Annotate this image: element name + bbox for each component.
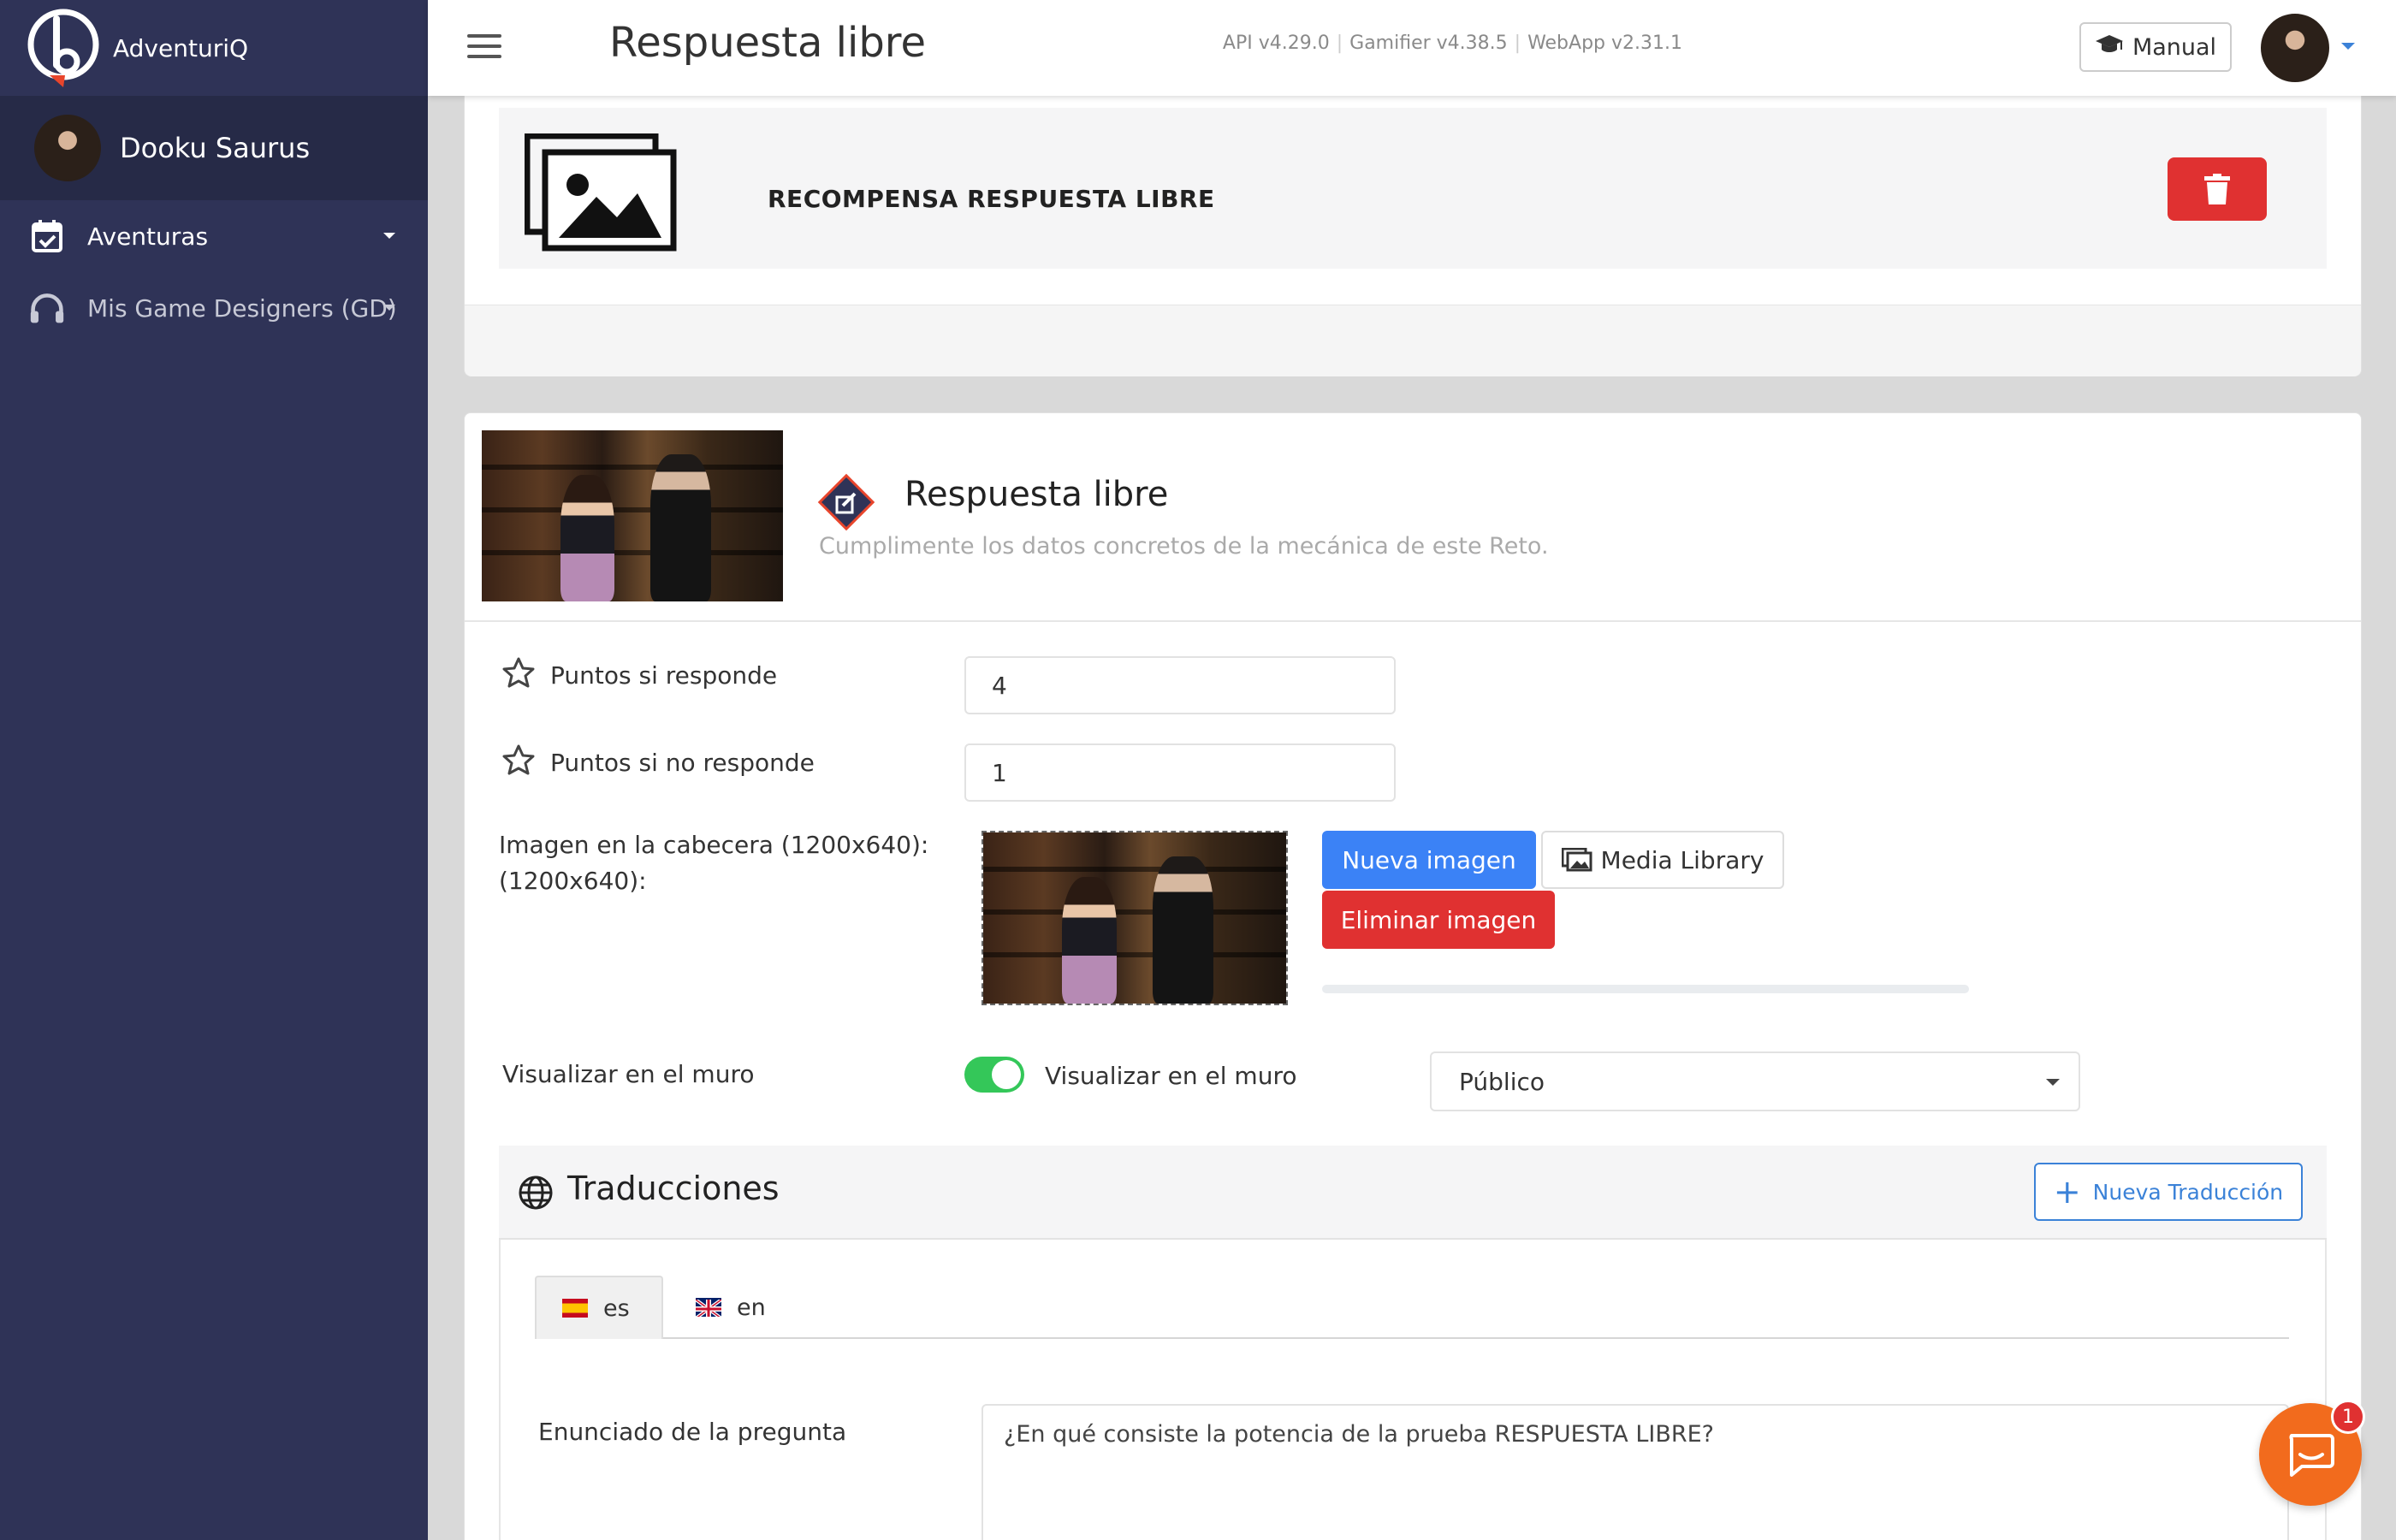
spain-flag-icon	[562, 1299, 588, 1318]
sidebar-item-game-designers[interactable]: Mis Game Designers (GD)	[0, 272, 428, 344]
manual-label: Manual	[2132, 33, 2217, 61]
api-version: API v4.29.0	[1222, 33, 1330, 54]
wall-toggle[interactable]	[964, 1057, 1024, 1093]
question-label: Enunciado de la pregunta	[538, 1418, 847, 1446]
notification-badge: 1	[2331, 1400, 2365, 1434]
media-library-label: Media Library	[1600, 845, 1764, 874]
wall-toggle-label: Visualizar en el muro	[1045, 1062, 1297, 1090]
chevron-down-icon	[383, 233, 395, 239]
page-title: Respuesta libre	[609, 19, 927, 67]
points-no-answer-label: Puntos si no responde	[550, 749, 815, 777]
user-name: Dooku Saurus	[120, 132, 311, 164]
sidebar-item-aventuras[interactable]: Aventuras	[0, 200, 428, 272]
menu-icon[interactable]	[467, 34, 501, 65]
card-footer	[465, 305, 2361, 376]
chat-button[interactable]: 1	[2259, 1400, 2365, 1506]
brand-name: AdventuriQ	[113, 33, 249, 62]
points-no-answer-input[interactable]: 1	[964, 743, 1396, 802]
chat-bubble-icon	[2289, 1434, 2334, 1477]
plus-icon: +	[2053, 1173, 2081, 1211]
language-tabs: es en	[535, 1276, 2289, 1339]
trash-icon	[2204, 174, 2230, 204]
topbar: Respuesta libre API v4.29.0 | Gamifier v4.…	[428, 0, 2396, 96]
reward-item: RECOMPENSA RESPUESTA LIBRE	[499, 108, 2327, 269]
delete-image-button[interactable]: Eliminar imagen	[1322, 891, 1555, 949]
header-image-label-line-2: (1200x640):	[499, 867, 647, 895]
media-library-button[interactable]: Media Library	[1541, 831, 1784, 889]
visibility-select[interactable]: Público	[1430, 1051, 2080, 1111]
images-icon	[1561, 848, 1592, 872]
chevron-down-icon	[2046, 1079, 2060, 1086]
star-icon	[502, 656, 535, 695]
new-translation-label: Nueva Traducción	[2092, 1179, 2284, 1205]
tab-label: es	[603, 1294, 630, 1322]
manual-button[interactable]: Manual	[2079, 22, 2232, 72]
globe-icon	[518, 1175, 554, 1214]
uk-flag-icon	[696, 1298, 721, 1317]
delete-reward-button[interactable]	[2168, 157, 2267, 221]
new-image-button[interactable]: Nueva imagen	[1322, 831, 1536, 889]
images-icon	[524, 133, 679, 253]
header-image-label: Imagen en la cabecera (1200x640): (1200x…	[499, 827, 928, 899]
adventuriq-logo-icon	[26, 5, 103, 91]
edit-square-icon	[815, 471, 877, 533]
reward-card: RECOMPENSA RESPUESTA LIBRE	[464, 96, 2362, 376]
points-answer-input[interactable]: 4	[964, 656, 1396, 714]
header-image-label-line-1: Imagen en la cabecera (1200x640):	[499, 831, 929, 859]
tab-en[interactable]: en	[670, 1276, 792, 1339]
translations-header: Traducciones + Nueva Traducción	[499, 1146, 2327, 1240]
sidebar: AdventuriQ Dooku Saurus Aventuras Mis Ga	[0, 0, 428, 1540]
mechanic-card: Respuesta libre Cumplimente los datos co…	[464, 412, 2362, 1540]
points-no-answer-label-row: Puntos si no responde	[502, 743, 815, 782]
question-textarea[interactable]: ¿En qué consiste la potencia de la prueb…	[982, 1404, 2289, 1540]
new-translation-button[interactable]: + Nueva Traducción	[2034, 1163, 2303, 1221]
chevron-down-icon[interactable]	[2341, 43, 2355, 50]
sidebar-user[interactable]: Dooku Saurus	[0, 96, 428, 200]
headphones-icon	[29, 290, 65, 326]
tab-label: en	[737, 1294, 766, 1321]
brand[interactable]: AdventuriQ	[0, 0, 428, 96]
points-answer-label-row: Puntos si responde	[502, 656, 777, 695]
wall-label: Visualizar en el muro	[502, 1060, 755, 1088]
webapp-version: WebApp v2.31.1	[1527, 33, 1682, 54]
user-avatar-menu[interactable]	[2261, 14, 2329, 82]
tab-es[interactable]: es	[535, 1276, 663, 1339]
divider	[465, 620, 2361, 622]
points-answer-label: Puntos si responde	[550, 661, 778, 690]
gamifier-version: Gamifier v4.38.5	[1349, 33, 1508, 54]
upload-progress-bar	[1322, 985, 1969, 993]
mechanic-subtitle: Cumplimente los datos concretos de la me…	[819, 533, 1549, 560]
star-icon	[502, 743, 535, 782]
avatar	[34, 115, 101, 181]
toggle-knob	[992, 1060, 1021, 1089]
reward-title: RECOMPENSA RESPUESTA LIBRE	[768, 185, 1215, 213]
calendar-check-icon	[29, 218, 65, 254]
translations-title: Traducciones	[567, 1170, 780, 1207]
sidebar-item-label: Mis Game Designers (GD)	[87, 293, 397, 323]
graduation-cap-icon	[2095, 33, 2124, 62]
visibility-selected: Público	[1459, 1067, 1545, 1096]
version-info: API v4.29.0 | Gamifier v4.38.5 | WebApp v2.3…	[1222, 33, 1682, 54]
header-image	[482, 430, 783, 601]
sidebar-item-label: Aventuras	[87, 222, 209, 251]
mechanic-title: Respuesta libre	[904, 475, 1169, 514]
chevron-down-icon	[383, 305, 395, 311]
header-image-preview	[982, 831, 1288, 1005]
